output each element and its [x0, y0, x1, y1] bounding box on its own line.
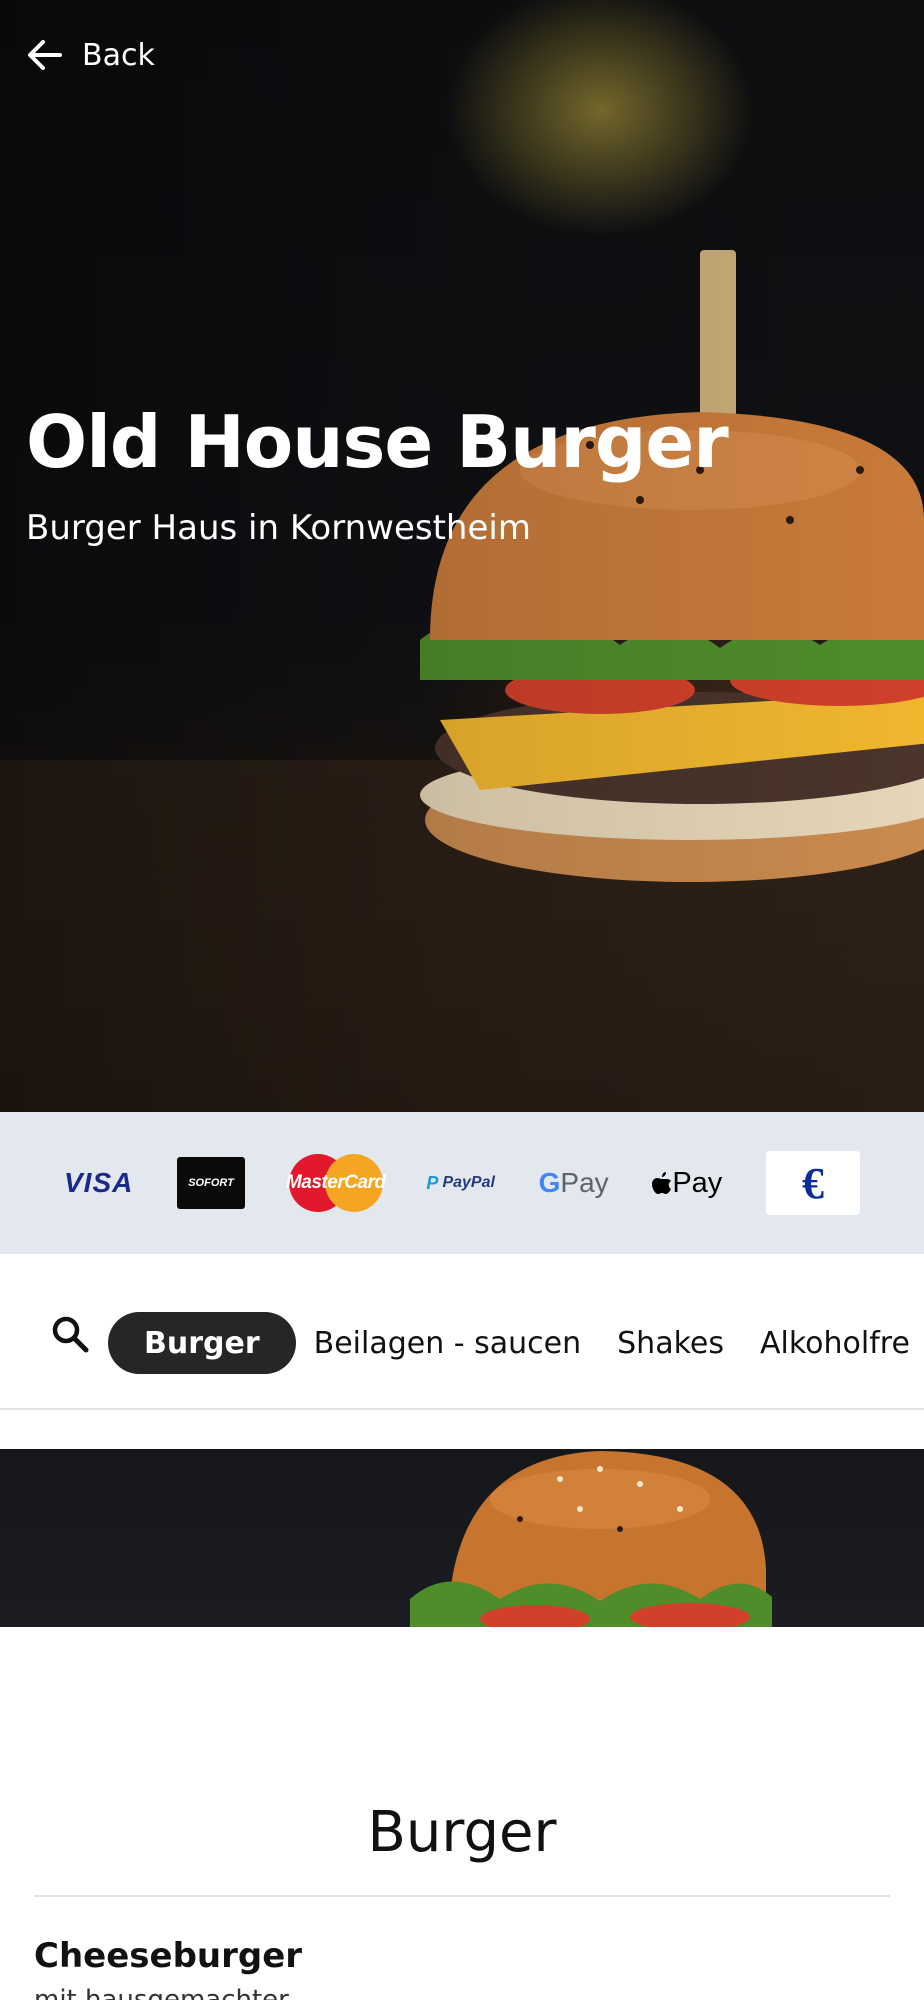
hero-banner: Back Old House Burger Burger Haus in Kor… — [0, 0, 924, 1112]
tab-alkoholfrei[interactable]: Alkoholfre — [760, 1326, 910, 1361]
sofort-logo: SOFORT — [177, 1157, 246, 1209]
visa-logo: VISA — [64, 1167, 133, 1199]
google-pay-logo: G Pay — [538, 1167, 609, 1198]
paypal-label: PayPal — [442, 1174, 495, 1191]
search-button[interactable] — [50, 1314, 90, 1354]
apple-pay-label: Pay — [672, 1166, 723, 1199]
cash-payment-badge: € — [766, 1151, 860, 1215]
section-title: Burger — [367, 1800, 557, 1865]
tab-beilagen-saucen[interactable]: Beilagen - saucen — [314, 1326, 582, 1361]
paypal-logo: P PayPal — [426, 1172, 495, 1193]
payment-methods-bar: VISA SOFORT MasterCard P PayPal G Pay Pa… — [0, 1112, 924, 1254]
category-nav: Burger Beilagen - saucen Shakes Alkoholf… — [0, 1254, 924, 1410]
back-label: Back — [82, 37, 155, 73]
back-button[interactable]: Back — [26, 36, 155, 74]
menu-item-name[interactable]: Cheeseburger — [34, 1936, 302, 1976]
tab-burger[interactable]: Burger — [108, 1312, 296, 1374]
search-icon — [52, 1316, 89, 1353]
arrow-left-icon — [26, 36, 64, 74]
menu-item-description: mit hausgemachter — [34, 1985, 289, 2000]
tab-shakes[interactable]: Shakes — [617, 1326, 724, 1361]
google-pay-label: Pay — [560, 1167, 609, 1198]
section-divider — [34, 1895, 890, 1897]
burger-photo — [0, 0, 924, 1112]
restaurant-subtitle: Burger Haus in Kornwestheim — [26, 508, 531, 548]
mastercard-logo: MasterCard — [285, 1154, 386, 1212]
apple-pay-logo: Pay — [652, 1167, 722, 1200]
category-banner-image — [0, 1449, 924, 1627]
apple-icon — [652, 1172, 672, 1194]
mastercard-label: MasterCard — [285, 1172, 386, 1193]
sofort-label: SOFORT — [188, 1177, 234, 1189]
visa-label: VISA — [64, 1167, 134, 1198]
euro-icon: € — [802, 1158, 824, 1208]
restaurant-title: Old House Burger — [26, 400, 729, 484]
category-tabs: Burger Beilagen - saucen Shakes Alkoholf… — [108, 1312, 924, 1374]
